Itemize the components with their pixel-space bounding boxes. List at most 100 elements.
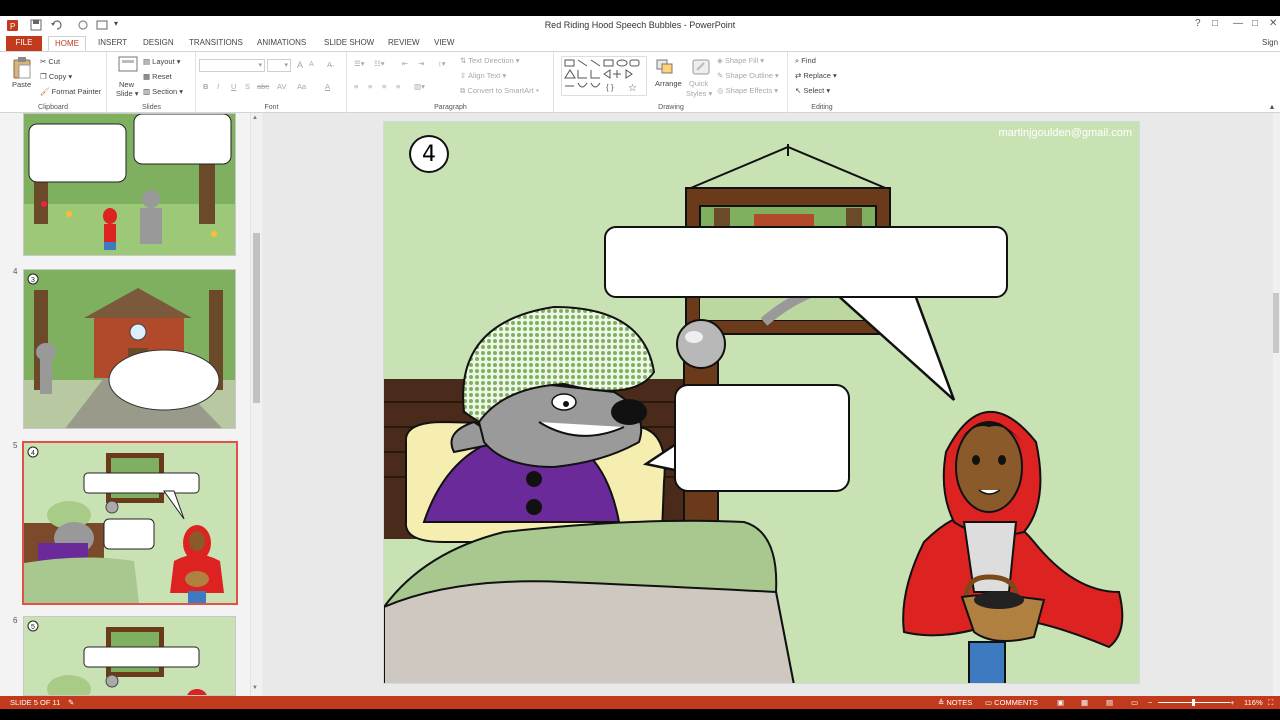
slide-scroll-thumb[interactable] xyxy=(1273,293,1279,353)
thumbnail-scrollbar[interactable]: ▲ ▼ xyxy=(250,113,261,696)
reset-button[interactable]: ▦ Reset xyxy=(143,72,172,81)
cut-button[interactable]: ✂ Cut xyxy=(40,57,60,66)
shrink-font-button[interactable]: A xyxy=(309,61,314,68)
convert-smartart-label: Convert to SmartArt xyxy=(467,86,534,95)
section-button[interactable]: ▥ Section ▾ xyxy=(143,87,183,96)
bullets-icon[interactable]: ☰▾ xyxy=(354,59,365,68)
paste-icon[interactable] xyxy=(12,56,32,82)
find-button[interactable]: ⌕ Find xyxy=(795,56,816,66)
tab-design[interactable]: DESIGN xyxy=(137,36,180,51)
zoom-level[interactable]: 116% xyxy=(1244,698,1263,707)
quick-styles-icon[interactable] xyxy=(691,58,711,78)
comments-button[interactable]: ▭ COMMENTS xyxy=(985,698,1038,707)
line-spacing-icon[interactable]: ↕▾ xyxy=(438,59,446,68)
tab-animations[interactable]: ANIMATIONS xyxy=(251,36,312,51)
align-right-icon[interactable]: ≡ xyxy=(382,82,386,91)
slide-scrollbar[interactable] xyxy=(1273,113,1280,696)
decrease-indent-icon[interactable]: ⇤ xyxy=(402,59,408,68)
bold-button[interactable]: B xyxy=(203,82,208,91)
slide-thumbnail-4[interactable]: 3 xyxy=(23,269,236,429)
change-case-button[interactable]: Aa xyxy=(297,82,306,91)
editing-group: ⌕ Find ⇄ Replace ▾ ↖ Select ▾ Editing xyxy=(789,52,855,113)
slide-show-icon[interactable]: ▭ xyxy=(1131,698,1138,707)
quick-styles-dropdown[interactable]: Styles ▾ xyxy=(686,89,712,98)
align-center-icon[interactable]: ≡ xyxy=(368,82,372,91)
tab-view[interactable]: VIEW xyxy=(428,36,460,51)
sign-in-link[interactable]: Sign i xyxy=(1256,36,1280,61)
numbering-icon[interactable]: ☷▾ xyxy=(374,59,385,68)
replace-button[interactable]: ⇄ Replace ▾ xyxy=(795,71,837,80)
current-slide[interactable]: 4 martinjgoulden@gmail.com xyxy=(383,121,1140,684)
align-left-icon[interactable]: ≡ xyxy=(354,82,358,91)
align-text-button[interactable]: ⇳ Align Text ▾ xyxy=(460,71,506,80)
quick-styles-button[interactable]: Quick xyxy=(689,79,708,88)
slide-thumbnail-5[interactable]: 4 xyxy=(22,441,238,605)
section-label: Section xyxy=(152,87,178,96)
slide-thumbnail-3[interactable] xyxy=(23,113,236,256)
grow-font-button[interactable]: A xyxy=(297,60,303,70)
new-slide-dropdown[interactable]: Slide ▾ xyxy=(116,89,139,98)
tab-file[interactable]: FILE xyxy=(6,36,42,51)
maximize-button[interactable]: □ xyxy=(1252,18,1258,29)
strikethrough-button[interactable]: abc xyxy=(257,82,269,91)
normal-view-icon[interactable]: ▣ xyxy=(1057,698,1064,707)
zoom-out-button[interactable]: − xyxy=(1148,698,1152,707)
new-slide-button[interactable]: New xyxy=(119,80,134,89)
shape-fill-button[interactable]: ◈ Shape Fill ▾ xyxy=(717,56,764,65)
zoom-in-button[interactable]: + xyxy=(1230,698,1234,707)
font-color-button[interactable]: A xyxy=(325,82,330,91)
convert-smartart-button[interactable]: ⧉ Convert to SmartArt ▾ xyxy=(460,86,539,96)
ribbon-display-options-button[interactable]: □ xyxy=(1212,18,1218,29)
slide-thumbnail-panel: 4 3 5 4 6 5 ▲ ▼ xyxy=(0,113,262,696)
select-button[interactable]: ↖ Select ▾ xyxy=(795,86,830,95)
scroll-down-icon[interactable]: ▼ xyxy=(252,685,258,691)
section-icon: ▥ xyxy=(143,87,153,96)
paste-button[interactable]: Paste xyxy=(12,80,31,89)
close-button[interactable]: ✕ xyxy=(1269,18,1277,29)
tab-insert[interactable]: INSERT xyxy=(92,36,133,51)
arrange-icon[interactable] xyxy=(655,58,675,78)
italic-button[interactable]: I xyxy=(217,82,219,91)
tab-slide-show[interactable]: SLIDE SHOW xyxy=(318,36,380,51)
spell-check-icon[interactable]: ✎ xyxy=(68,698,74,707)
speech-bubble-wolf[interactable] xyxy=(674,384,850,492)
tab-home[interactable]: HOME xyxy=(48,36,86,51)
zoom-slider-thumb[interactable] xyxy=(1192,699,1195,706)
shape-outline-button[interactable]: ✎ Shape Outline ▾ xyxy=(717,71,779,80)
layout-button[interactable]: ▤ Layout ▾ xyxy=(143,57,181,66)
notes-button[interactable]: ≜ NOTES xyxy=(938,698,972,707)
shape-effects-button[interactable]: ◎ Shape Effects ▾ xyxy=(717,86,778,95)
shapes-gallery[interactable]: { } ☆ xyxy=(561,56,647,96)
paragraph-group: ☰▾ ☷▾ ⇤ ⇥ ↕▾ ≡ ≡ ≡ ≡ ▥▾ ⇅ Text Direction… xyxy=(348,52,554,113)
scroll-up-icon[interactable]: ▲ xyxy=(252,115,258,121)
arrange-button[interactable]: Arrange xyxy=(655,79,682,88)
minimize-button[interactable]: — xyxy=(1233,18,1243,29)
increase-indent-icon[interactable]: ⇥ xyxy=(418,59,424,68)
tab-review[interactable]: REVIEW xyxy=(382,36,426,51)
new-slide-icon[interactable] xyxy=(118,56,138,76)
font-size-box[interactable]: ▾ xyxy=(267,59,291,72)
justify-icon[interactable]: ≡ xyxy=(396,82,400,91)
clipboard-label: Clipboard xyxy=(38,104,68,111)
collapse-ribbon-icon[interactable]: ▴ xyxy=(1270,102,1274,111)
font-group: ▾ ▾ A A A̶ B I U S abc AV Aa A Font xyxy=(197,52,347,113)
format-painter-button[interactable]: 🖌 Format Painter xyxy=(40,87,101,96)
font-name-box[interactable]: ▾ xyxy=(199,59,265,72)
help-button[interactable]: ? xyxy=(1195,18,1201,29)
slides-group: New Slide ▾ ▤ Layout ▾ ▦ Reset ▥ Section… xyxy=(108,52,196,113)
character-spacing-button[interactable]: AV xyxy=(277,82,286,91)
copy-button[interactable]: ❐ Copy ▾ xyxy=(40,72,72,81)
scroll-thumb[interactable] xyxy=(253,233,260,403)
fit-to-window-icon[interactable]: ⛶ xyxy=(1268,698,1273,708)
layout-icon: ▤ xyxy=(143,57,153,66)
text-direction-button[interactable]: ⇅ Text Direction ▾ xyxy=(460,56,520,65)
tab-transitions[interactable]: TRANSITIONS xyxy=(183,36,249,51)
slide-thumbnail-6[interactable]: 5 xyxy=(23,616,236,696)
shadow-button[interactable]: S xyxy=(245,82,250,91)
underline-button[interactable]: U xyxy=(231,82,236,91)
speech-bubble-top[interactable] xyxy=(604,226,1008,298)
clear-formatting-icon[interactable]: A̶ xyxy=(327,60,332,69)
reading-view-icon[interactable]: ▤ xyxy=(1106,698,1113,707)
columns-icon[interactable]: ▥▾ xyxy=(414,82,425,91)
slide-sorter-icon[interactable]: ▦ xyxy=(1081,698,1088,707)
